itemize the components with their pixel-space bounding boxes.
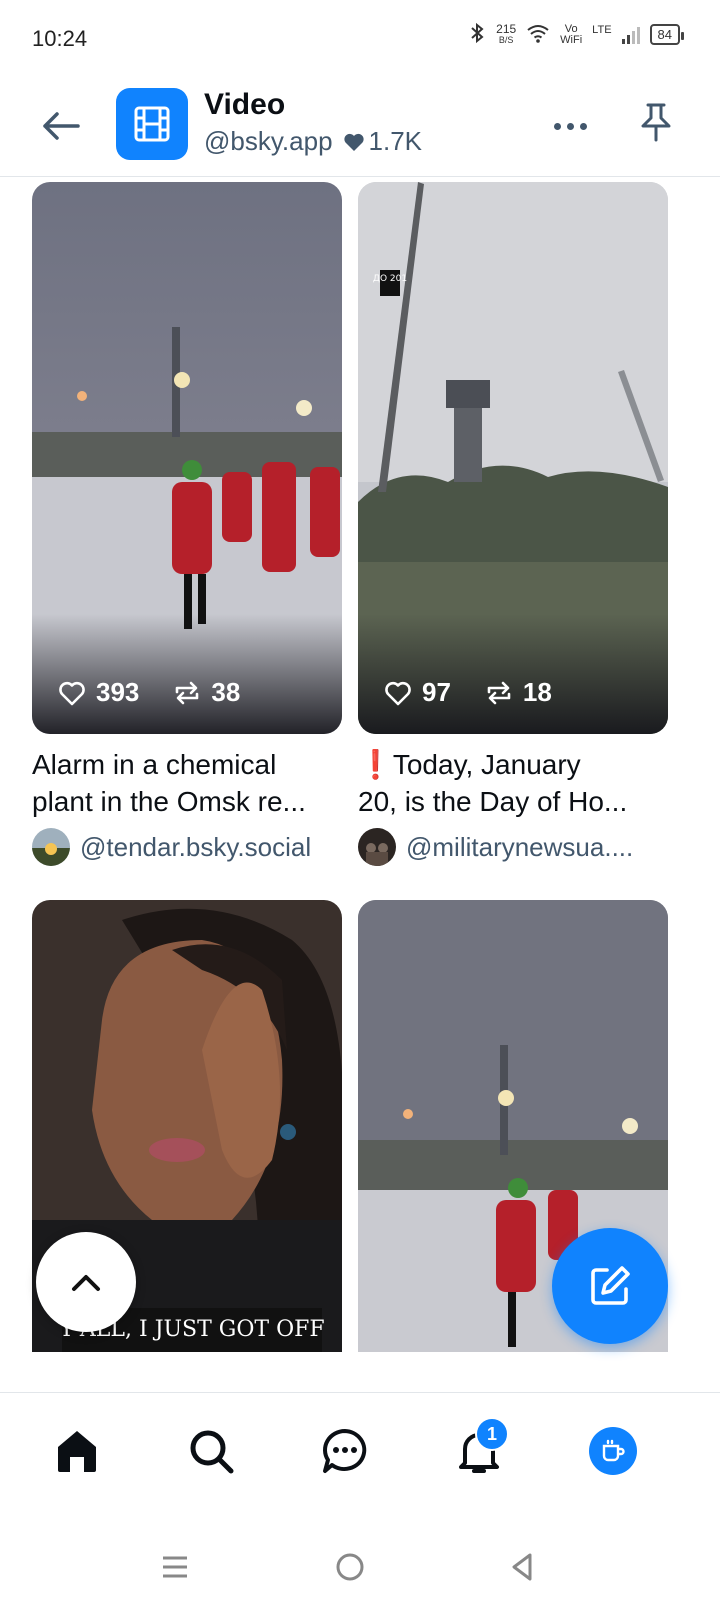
feed-title: Video — [204, 88, 286, 121]
notification-badge: 1 — [475, 1417, 509, 1451]
avatar — [358, 828, 396, 866]
author-handle: @militarynewsua.... — [406, 831, 634, 862]
repost-count: 18 — [522, 677, 552, 707]
chat-icon — [323, 1429, 367, 1473]
nav-search[interactable] — [179, 1419, 243, 1483]
feed-likes: 1.7K — [343, 126, 423, 157]
caption-line: ❗Today, January — [358, 749, 581, 780]
more-options-button[interactable] — [548, 104, 592, 148]
system-nav-bar — [0, 1516, 720, 1612]
post-caption[interactable]: Alarm in a chemical plant in the Omsk re… — [32, 746, 344, 820]
back-button[interactable] — [36, 102, 84, 150]
triangle-back-icon — [512, 1553, 532, 1581]
heart-icon — [343, 133, 364, 151]
arrow-left-icon — [43, 112, 80, 140]
avatar — [32, 828, 70, 866]
post-stats: 393 38 — [58, 677, 240, 708]
battery-indicator: 84 — [649, 24, 685, 45]
circle-icon — [336, 1553, 364, 1581]
lte-label: LTE — [592, 24, 612, 36]
caption-line: Alarm in a chemical — [32, 749, 277, 780]
network-speed-unit: B/S — [498, 34, 514, 45]
caption-line: plant in the Omsk re... — [32, 786, 306, 817]
bluetooth-icon — [468, 22, 486, 47]
nav-chat[interactable] — [313, 1419, 377, 1483]
post-stats: 97 18 — [384, 677, 552, 708]
menu-button[interactable] — [150, 1542, 200, 1592]
caption-line: 20, is the Day of Ho... — [358, 786, 628, 817]
scroll-to-top-button[interactable] — [36, 1232, 136, 1332]
feed-avatar — [116, 88, 188, 160]
status-icons: 215 B/S Vo WiFi LTE 84 — [468, 21, 685, 47]
nav-home[interactable] — [45, 1419, 109, 1483]
nav-profile[interactable] — [581, 1419, 645, 1483]
feed-handle[interactable]: @bsky.app — [204, 126, 333, 157]
author-handle: @tendar.bsky.social — [80, 831, 312, 862]
pin-feed-button[interactable] — [632, 98, 680, 146]
chevron-up-icon — [72, 1275, 100, 1291]
edit-icon — [591, 1266, 630, 1305]
signal-icon — [621, 26, 640, 44]
compose-button[interactable] — [552, 1228, 668, 1344]
repost-count: 38 — [211, 677, 241, 707]
heart-outline-icon — [385, 681, 411, 705]
post-author[interactable]: @tendar.bsky.social — [32, 828, 311, 866]
ellipsis-icon — [553, 122, 561, 130]
back-system-button[interactable] — [498, 1542, 548, 1592]
overlay-text: ДО 201 — [373, 274, 407, 284]
bottom-nav: 1 — [0, 1392, 720, 1517]
repost-icon — [176, 681, 199, 704]
search-icon — [190, 1430, 234, 1474]
network-speed: 215 B/S — [496, 21, 517, 46]
home-button[interactable] — [325, 1542, 375, 1592]
repost-icon — [487, 681, 511, 704]
heart-outline-icon — [59, 681, 85, 705]
coffee-cup-icon — [602, 1439, 625, 1462]
post-author[interactable]: @militarynewsua.... — [358, 828, 633, 866]
video-thumbnail[interactable]: ДО 201 97 18 — [358, 182, 668, 734]
feed-header: Video @bsky.app 1.7K — [0, 80, 720, 177]
status-time: 10:24 — [32, 26, 88, 51]
film-icon — [134, 106, 170, 142]
status-bar: 10:24 215 B/S Vo WiFi LTE 84 — [0, 0, 720, 80]
nav-notifications[interactable]: 1 — [447, 1417, 511, 1483]
wifi-icon — [526, 23, 550, 46]
avatar — [589, 1427, 637, 1475]
menu-icon — [163, 1556, 187, 1578]
feed-meta: @bsky.app 1.7K — [204, 126, 422, 157]
video-thumbnail[interactable]: 393 38 — [32, 182, 342, 734]
network-speed-value: 215 — [496, 21, 517, 36]
like-count: 97 — [422, 677, 451, 707]
home-icon — [58, 1431, 96, 1472]
wifi-label: WiFi — [560, 33, 583, 46]
vo-label: Vo — [564, 22, 578, 35]
post-caption[interactable]: ❗Today, January 20, is the Day of Ho... — [358, 746, 670, 820]
feed-likes-count: 1.7K — [368, 126, 423, 156]
vowifi-indicator: Vo WiFi — [560, 22, 583, 46]
pin-icon — [641, 103, 671, 142]
like-count: 393 — [96, 677, 140, 707]
